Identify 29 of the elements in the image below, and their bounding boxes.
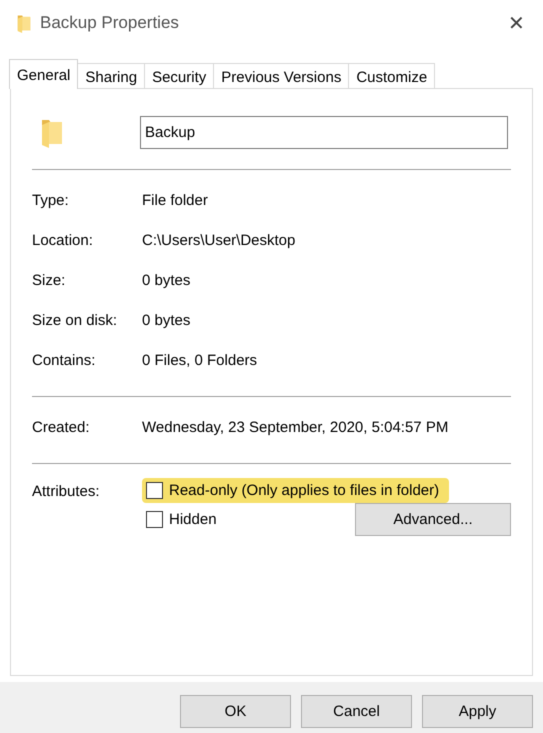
name-field[interactable]: Backup: [140, 116, 508, 148]
folder-icon: [16, 13, 32, 33]
dialog-button[interactable]: Cancel: [301, 694, 412, 728]
checkbox[interactable]: [146, 482, 163, 499]
close-button[interactable]: ✕: [504, 10, 529, 36]
tab[interactable]: Customize: [348, 63, 436, 88]
checkbox[interactable]: [146, 511, 163, 528]
property-value: File folder: [142, 192, 208, 208]
property-label: Location:: [32, 232, 94, 248]
property-value: 0 bytes: [142, 312, 190, 328]
advanced-button[interactable]: Advanced...: [355, 503, 511, 536]
tab[interactable]: General: [9, 59, 78, 89]
attribute-checkbox[interactable]: Hidden: [142, 507, 227, 532]
property-label: Created:: [32, 418, 91, 436]
property-value: 0 Files, 0 Folders: [142, 352, 258, 368]
tab[interactable]: Sharing: [77, 63, 146, 88]
attribute-checkbox[interactable]: Read-only (Only applies to files in folder): [142, 478, 450, 503]
tab[interactable]: Security: [144, 63, 214, 88]
window-title: Backup Properties: [40, 13, 180, 33]
property-value: Wednesday, 23 September, 2020, 5:04:57 PM: [142, 418, 448, 436]
property-label: Size on disk:: [32, 312, 118, 328]
dialog-button[interactable]: OK: [180, 694, 291, 728]
attributes-label: Attributes:: [32, 482, 101, 502]
property-value: 0 bytes: [142, 272, 190, 288]
property-label: Type:: [32, 192, 70, 208]
property-label: Size:: [32, 272, 66, 288]
property-label: Contains:: [32, 352, 96, 368]
dialog-button[interactable]: Apply: [422, 694, 533, 728]
property-value: C:\Users\User\Desktop: [142, 232, 296, 248]
